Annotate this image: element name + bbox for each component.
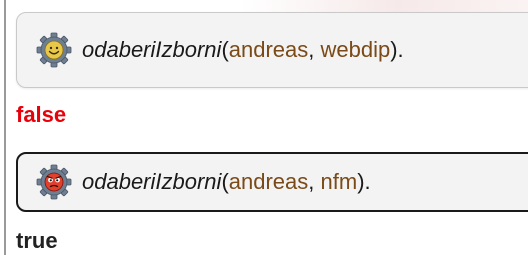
query-functor: odaberiIzborni [82,37,222,62]
left-border [4,0,6,255]
open-paren: ( [221,169,229,194]
answer-false: false [16,102,67,127]
query-results-panel: odaberiIzborni(andreas, webdip). false o… [0,0,528,255]
query-functor: odaberiIzborni [82,169,222,194]
query-arg: nfm [320,169,358,194]
query-card[interactable]: odaberiIzborni(andreas, webdip). [16,12,528,88]
open-paren: ( [221,37,229,62]
query-text: odaberiIzborni(andreas, nfm). [82,169,371,195]
answer-true: true [16,228,58,253]
top-strip [6,0,528,12]
query-arg: andreas [228,37,309,62]
close-paren: ). [390,37,404,62]
query-arg: webdip [320,37,391,62]
gear-angry-icon [36,164,72,200]
arg-separator: , [308,169,321,194]
query-card-selected[interactable]: odaberiIzborni(andreas, nfm). [16,152,528,212]
query-text: odaberiIzborni(andreas, webdip). [82,37,404,63]
arg-separator: , [308,37,321,62]
gear-smiley-icon [36,32,72,68]
query-arg: andreas [228,169,309,194]
close-paren: ). [357,169,371,194]
